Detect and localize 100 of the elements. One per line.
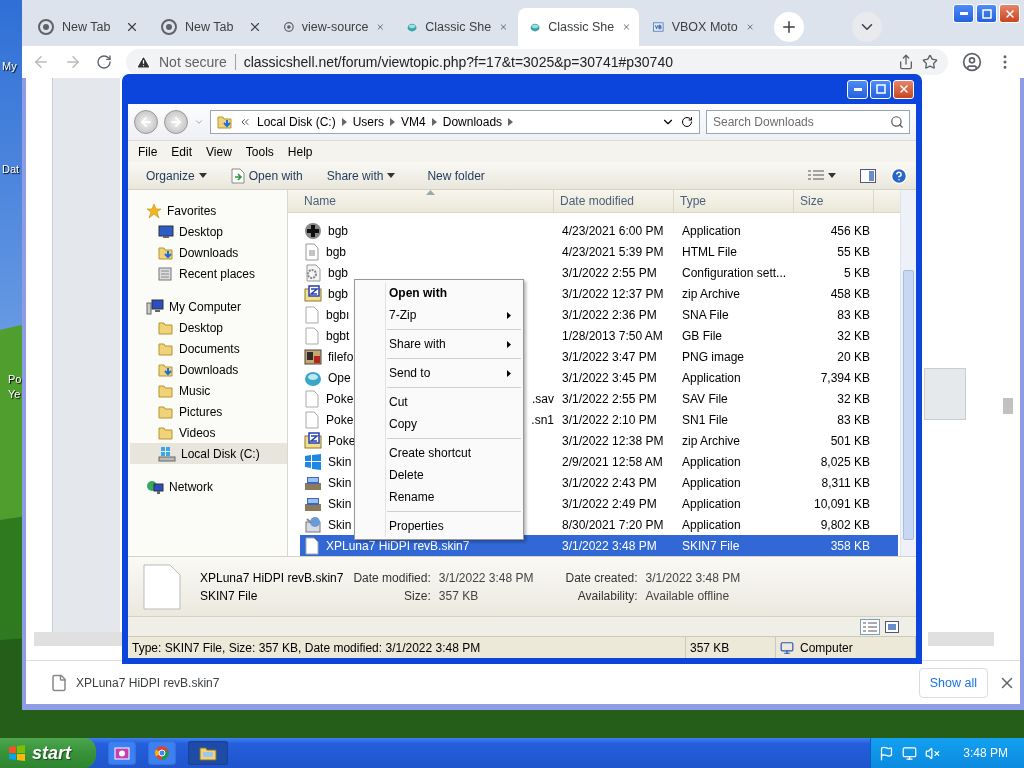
caret-icon: [507, 369, 511, 377]
help-icon[interactable]: [890, 166, 908, 185]
computer-icon: [780, 640, 794, 655]
caret-icon: [507, 340, 511, 348]
nav-item[interactable]: Desktop: [130, 221, 287, 242]
bookmark-icon[interactable]: [922, 54, 938, 70]
nav-item[interactable]: Desktop: [130, 317, 287, 338]
show-all-button[interactable]: Show all: [918, 667, 988, 698]
maximize-button[interactable]: [870, 79, 891, 99]
file-name: Ope: [328, 370, 351, 385]
detail-value: 3/1/2022 3:48 PM: [645, 570, 741, 585]
type-cell-text: PNG image: [681, 349, 746, 364]
breadcrumb-item[interactable]: Downloads: [442, 115, 503, 129]
menu-item[interactable]: Copy: [357, 413, 521, 435]
date-cell-text: 4/23/2021 5:39 PM: [561, 244, 665, 259]
close-icon[interactable]: [125, 20, 139, 34]
toolbar-button[interactable]: Organize: [136, 163, 217, 188]
back-button[interactable]: [134, 110, 158, 134]
profile-icon[interactable]: [962, 52, 982, 72]
download-folder-icon: [158, 244, 174, 261]
taskbar-button[interactable]: [148, 741, 176, 765]
menu-item[interactable]: Create shortcut: [357, 442, 521, 464]
network-icon[interactable]: [902, 745, 917, 761]
forward-button[interactable]: [164, 110, 188, 134]
minimize-button[interactable]: [953, 4, 974, 23]
nav-item[interactable]: Local Disk (C:): [130, 443, 287, 464]
close-button[interactable]: [999, 4, 1020, 23]
file-icon: [50, 673, 68, 692]
caret-icon: [387, 173, 396, 178]
file-name: Skin: [328, 475, 352, 490]
toolbar-button[interactable]: Open with: [220, 163, 313, 188]
network-icon: [146, 478, 164, 495]
arrow-left-icon: [139, 115, 153, 129]
menu-item[interactable]: 7-Zip: [357, 304, 521, 326]
menu-item[interactable]: File: [132, 142, 164, 161]
new-tab-button[interactable]: [774, 12, 804, 42]
menu-item[interactable]: View: [200, 142, 238, 161]
reload-icon[interactable]: [96, 54, 112, 70]
menu-item[interactable]: Share with: [357, 333, 521, 355]
download-item[interactable]: XPLuna7 HiDPI revB.skin7: [50, 673, 270, 692]
maximize-icon: [981, 8, 992, 19]
nav-item[interactable]: My Computer: [130, 296, 287, 317]
file-name: filefo: [328, 349, 354, 364]
folder-icon: [199, 745, 217, 761]
menu-item[interactable]: Tools: [239, 142, 280, 161]
column-header[interactable]: Name: [298, 190, 554, 212]
size-cell-text: 8,025 KB: [819, 454, 871, 469]
start-button[interactable]: start: [0, 738, 96, 768]
tab-search-button[interactable]: [852, 12, 882, 42]
file-name: XPLuna7 HiDPI revB.skin7: [326, 538, 470, 553]
type-cell-text: Application: [681, 475, 742, 490]
type-cell-text: SAV File: [681, 391, 729, 406]
thumbnail-view-button[interactable]: [882, 618, 902, 635]
file-icon: [304, 326, 320, 345]
column-header[interactable]: Date modified: [554, 190, 674, 212]
nav-item[interactable]: Recent places: [130, 263, 287, 284]
taskbar-button[interactable]: [108, 741, 136, 765]
toolbar-button[interactable]: New folder: [417, 163, 495, 188]
menu-item[interactable]: Send to: [357, 362, 521, 384]
size-cell-text: 5 KB: [843, 265, 871, 280]
nav-item[interactable]: Network: [130, 476, 287, 497]
computer-icon: [146, 298, 164, 315]
size-cell-text: 55 KB: [836, 244, 871, 259]
nav-item[interactable]: Documents: [130, 338, 287, 359]
address-field[interactable]: Local Disk (C:) Users VM4 Downloads: [210, 110, 700, 134]
close-icon[interactable]: [248, 20, 262, 34]
browser-tab[interactable]: Classic She: [518, 8, 639, 46]
nav-item[interactable]: Downloads: [130, 359, 287, 380]
breadcrumb-item[interactable]: Users: [352, 115, 385, 129]
breadcrumb-item[interactable]: Local Disk (C:): [257, 115, 336, 129]
column-header[interactable]: Type: [674, 190, 794, 212]
nav-item[interactable]: Videos: [130, 422, 287, 443]
nav-item[interactable]: Downloads: [130, 242, 287, 263]
search-field[interactable]: Search Downloads: [706, 110, 910, 134]
nav-item[interactable]: Favorites: [130, 200, 287, 221]
muted-volume-icon[interactable]: [925, 745, 940, 761]
address-field[interactable]: Not secure classicshell.net/forum/viewtopic.php?f=17&t=3025&p=30741#p30740: [126, 49, 948, 75]
menu-item[interactable]: Cut: [357, 391, 521, 413]
minimize-button[interactable]: [847, 79, 868, 99]
type-cell-text: GB File: [681, 328, 723, 343]
menu-item[interactable]: Rename: [357, 486, 521, 508]
breadcrumb-item[interactable]: VM4: [401, 115, 426, 129]
menu-item[interactable]: Properties: [357, 515, 521, 537]
caret-icon: [341, 118, 347, 126]
menu-item[interactable]: Help: [281, 142, 319, 161]
share-icon[interactable]: [898, 54, 914, 70]
menu-item[interactable]: Open with: [357, 282, 521, 304]
taskbar-button[interactable]: [188, 741, 228, 765]
menu-item[interactable]: Edit: [165, 142, 199, 161]
toolbar-button[interactable]: Share with: [316, 163, 406, 188]
column-header[interactable]: Size: [794, 190, 874, 212]
date-cell-text: 3/1/2022 3:47 PM: [561, 349, 658, 364]
maximize-button[interactable]: [976, 4, 997, 23]
refresh-icon[interactable]: [681, 116, 693, 128]
menu-item[interactable]: Delete: [357, 464, 521, 486]
nav-item[interactable]: Pictures: [130, 401, 287, 422]
nav-item[interactable]: Music: [130, 380, 287, 401]
close-button[interactable]: [893, 79, 914, 99]
flag-icon[interactable]: [879, 745, 894, 761]
status-text: Type: SKIN7 File, Size: 357 KB, Date modified: 3/1/2022 3:48 PM: [128, 637, 686, 658]
